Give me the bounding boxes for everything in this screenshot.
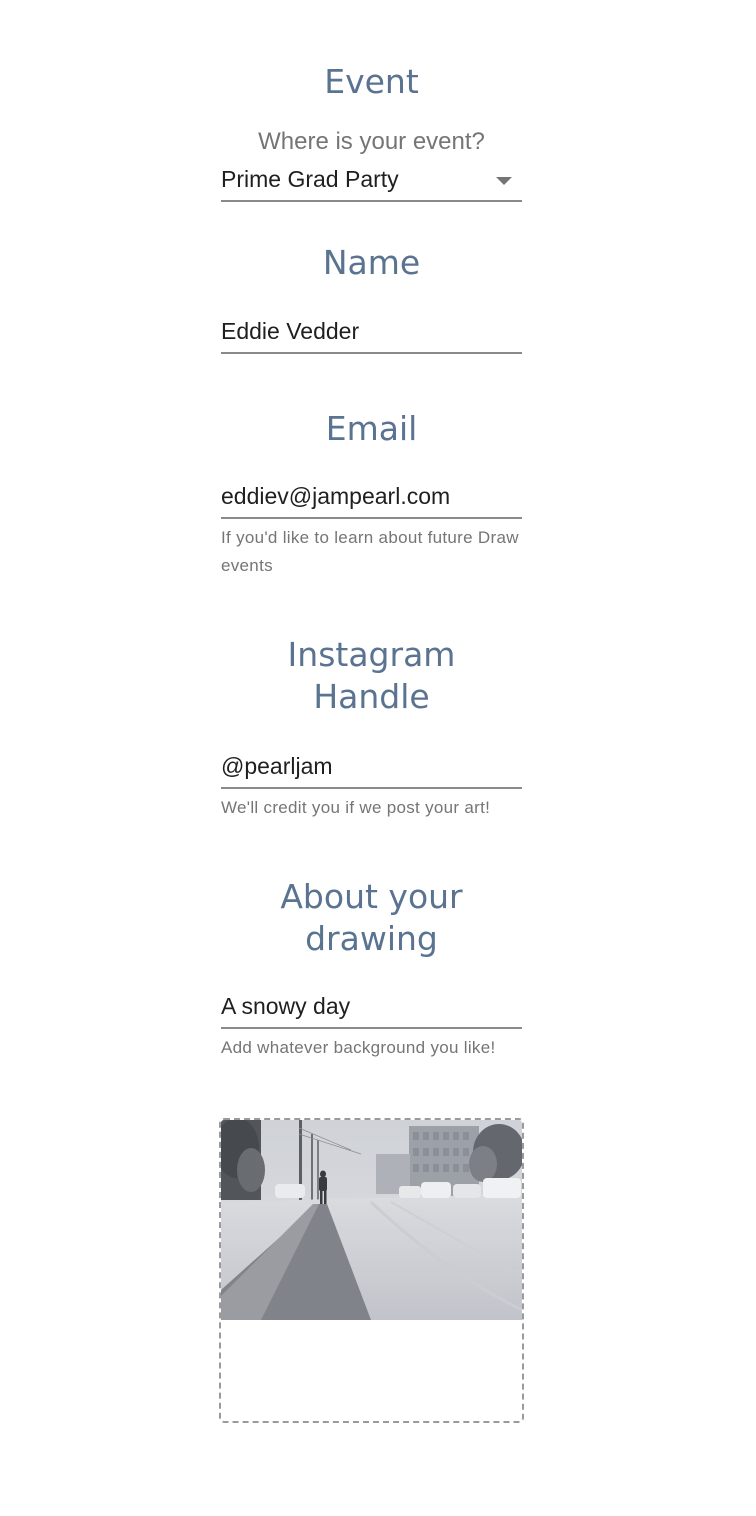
drawing-description-value: A snowy day [221,993,351,1019]
name-heading: Name [322,243,421,282]
email-heading: Email [325,409,418,448]
drawing-helper-text: Add whatever background you like! [221,1038,496,1057]
instagram-value: @pearljam [221,753,333,779]
event-selected-value: Prime Grad Party [221,166,399,192]
event-heading: Event [324,62,419,101]
drawing-heading-line2: drawing [305,919,438,958]
instagram-input[interactable]: @pearljam [221,751,522,789]
image-upload-dropzone[interactable] [219,1118,524,1423]
drawing-description-input[interactable]: A snowy day [221,991,522,1029]
event-prompt: Where is your event? [258,128,485,155]
email-helper-text: If you'd like to learn about future Draw… [221,528,519,575]
snowy-street-photo [221,1120,522,1320]
event-select[interactable]: Prime Grad Party [221,164,522,202]
instagram-heading-line2: Handle [313,677,430,716]
instagram-heading-line1: Instagram [287,635,456,674]
email-input[interactable]: eddiev@jampearl.com [221,481,522,519]
name-value: Eddie Vedder [221,318,360,344]
drawing-heading-line1: About your [280,877,463,916]
name-input[interactable]: Eddie Vedder [221,316,522,354]
email-value: eddiev@jampearl.com [221,483,451,509]
chevron-down-icon[interactable] [496,177,512,185]
instagram-helper-text: We'll credit you if we post your art! [221,798,491,817]
